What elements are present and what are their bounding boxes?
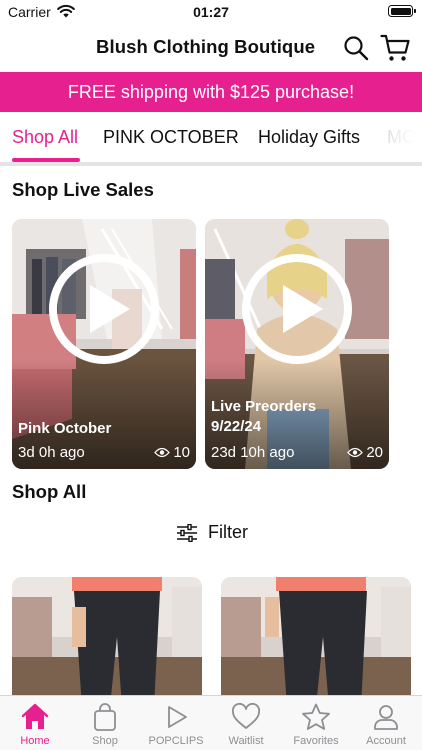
person-icon [374,705,398,730]
tab-bar-waitlist[interactable]: Waitlist [211,696,281,750]
free-shipping-banner: FREE shipping with $125 purchase! [0,72,422,112]
tab-bar-label: Shop [92,735,118,747]
product-card[interactable] [221,577,411,707]
play-icon[interactable] [48,253,160,365]
filter-label: Filter [208,522,248,542]
search-icon[interactable] [343,35,369,61]
bottom-tab-bar: Home Shop POPCLIPS Waitlist Favorites Ac… [0,695,422,750]
tab-bar-shop[interactable]: Shop [70,696,140,750]
live-sales-heading: Shop Live Sales [12,179,154,200]
tab-bar-account[interactable]: Account [351,696,421,750]
tab-holiday-gifts[interactable]: Holiday Gifts [258,127,360,148]
eye-icon [347,447,364,458]
shop-all-heading: Shop All [12,481,87,502]
bag-icon [94,703,116,731]
product-image [12,577,202,707]
status-bar: Carrier 01:27 [0,0,422,24]
tab-pink-october[interactable]: PINK OCTOBER [103,127,239,148]
tab-bar-home[interactable]: Home [0,696,70,750]
filter-button[interactable]: Filter [176,522,248,543]
tab-bar-label: Favorites [293,735,339,747]
view-count: 10 [173,444,190,461]
tab-bar-label: Account [366,735,406,747]
tabs-divider [0,162,422,166]
tab-bar-favorites[interactable]: Favorites [281,696,351,750]
clock: 01:27 [193,4,229,20]
app-header: Blush Clothing Boutique [0,24,422,72]
home-icon [21,703,49,729]
category-tabs: Shop All PINK OCTOBER Holiday Gifts MO [0,112,422,164]
product-image [221,577,411,707]
live-sale-views: 10 [154,444,190,461]
tab-bar-label: Home [20,735,50,747]
live-sale-views: 20 [347,444,383,461]
battery-icon [388,5,416,17]
live-sale-time-ago: 3d 0h ago [18,444,85,461]
tab-bar-label: POPCLIPS [148,735,204,747]
live-sale-name: Pink October [18,420,112,437]
cart-icon[interactable] [380,33,410,63]
store-title: Blush Clothing Boutique [96,36,316,57]
tab-bar-popclips[interactable]: POPCLIPS [141,696,211,750]
heart-icon [231,702,261,729]
filter-icon [177,523,197,542]
play-icon[interactable] [241,253,353,365]
play-icon [168,706,187,728]
eye-icon [154,447,171,458]
live-sale-card[interactable]: Pink October 3d 0h ago 10 [12,219,196,469]
star-icon [302,703,330,730]
tab-bar-label: Waitlist [228,735,264,747]
product-card[interactable] [12,577,202,707]
view-count: 20 [366,444,383,461]
live-sale-card[interactable]: Live Preorders 9/22/24 23d 10h ago 20 [205,219,389,469]
live-sale-name: Live Preorders 9/22/24 [211,398,317,435]
tab-shop-all[interactable]: Shop All [12,127,78,148]
live-sale-time-ago: 23d 10h ago [211,444,295,461]
